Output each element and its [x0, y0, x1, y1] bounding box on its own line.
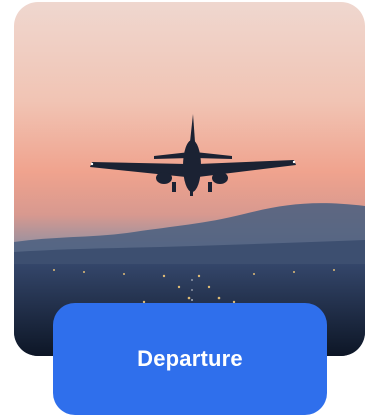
departure-button[interactable]: Departure [53, 303, 327, 415]
